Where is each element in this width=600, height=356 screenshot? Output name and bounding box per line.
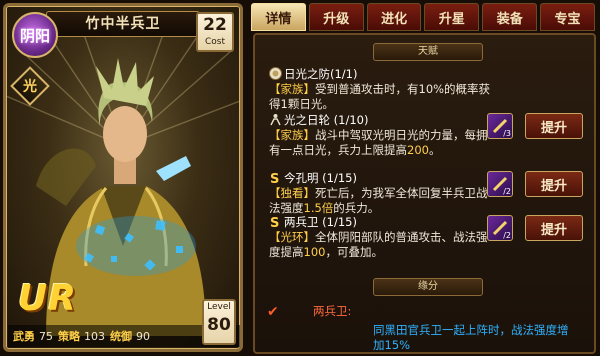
skill-highlight: 100 — [303, 245, 326, 259]
tab-equipment[interactable]: 装备 — [482, 3, 538, 31]
item-count: /2 — [503, 231, 511, 240]
skill-name: 光之日轮 (1/10) — [284, 113, 369, 127]
s-skill-icon: S — [270, 172, 279, 184]
s-skill-icon: S — [270, 216, 279, 228]
svg-text:S: S — [270, 172, 279, 184]
skill-highlight: 1.5倍 — [303, 201, 334, 215]
rarity-label: UR — [18, 278, 77, 319]
cost-value: 22 — [203, 15, 227, 35]
tab-evolve[interactable]: 进化 — [366, 3, 422, 31]
hero-name: 竹中半兵卫 — [46, 11, 200, 37]
bond-entry: ✔ 两兵卫: 同黑田官兵卫一起上阵时，战法强度增加15% — [267, 303, 583, 352]
skill-suffix: 的兵力。 — [333, 201, 380, 215]
stat-label-celve: 策略 — [58, 330, 80, 343]
skill-item: S 今孔明 (1/15) 【独看】死亡后，为我军全体回复半兵卫战法强度1.5倍的… — [269, 171, 493, 216]
item-count: /3 — [503, 129, 511, 138]
tab-details[interactable]: 详情 — [251, 3, 306, 31]
skill-item: 日光之防(1/1) 【家族】受到普通攻击时，有10%的概率获得1颗日光。 — [269, 67, 493, 112]
skill-name: 日光之防(1/1) — [284, 67, 358, 81]
skill-item: 光之日轮 (1/10) 【家族】战斗中驾驭光明日光的力量，每拥有一点日光，兵力上… — [269, 113, 493, 158]
skill-name: 两兵卫 (1/15) — [284, 215, 357, 229]
upgrade-skill-button[interactable]: 提升 — [525, 113, 583, 139]
details-panel[interactable]: 天赋 日光之防(1/1) 【家族】受到普通攻击时，有10%的概率获得1颗日光。 … — [253, 33, 596, 354]
level-value: 80 — [207, 315, 231, 335]
sun-shield-icon — [269, 67, 282, 80]
skill-tag: 【光环】 — [269, 230, 315, 244]
scroll-item-icon[interactable]: /3 — [487, 113, 513, 139]
upgrade-skill-button[interactable]: 提升 — [525, 171, 583, 197]
svg-text:S: S — [270, 216, 279, 228]
faction-badge: 阴阳 — [12, 12, 58, 58]
rider-icon — [270, 114, 281, 126]
stat-value-celve: 103 — [84, 329, 105, 343]
skill-tag: 【家族】 — [269, 128, 315, 142]
scroll-item-icon[interactable]: /2 — [487, 171, 513, 197]
scroll-item-icon[interactable]: /2 — [487, 215, 513, 241]
talent-section-header: 天赋 — [373, 43, 483, 61]
character-card[interactable]: 竹中半兵卫 阴阳 22 Cost 光 UR 武勇 75 策略 103 统御 90… — [3, 3, 243, 352]
bond-title: 两兵卫: — [313, 304, 352, 318]
stat-value-tongyu: 90 — [136, 329, 150, 343]
skill-highlight: 200 — [407, 143, 429, 157]
upgrade-skill-button[interactable]: 提升 — [525, 215, 583, 241]
tab-bar: 详情 升级 进化 升星 装备 专宝 — [251, 3, 598, 33]
skill-suffix: 。 — [428, 143, 441, 157]
skill-tag: 【独看】 — [269, 186, 315, 200]
item-count: /2 — [503, 187, 511, 196]
cost-label: Cost — [204, 37, 225, 47]
skill-tag: 【家族】 — [269, 82, 315, 96]
tab-star-up[interactable]: 升星 — [424, 3, 480, 31]
bond-section-header: 缘分 — [373, 278, 483, 296]
stat-label-tongyu: 统御 — [110, 330, 132, 343]
bond-description: 同黑田官兵卫一起上阵时，战法强度增加15% — [373, 323, 569, 352]
tab-treasure[interactable]: 专宝 — [540, 3, 595, 31]
skill-suffix: ，可叠加。 — [325, 245, 383, 259]
check-icon: ✔ — [267, 304, 279, 320]
tab-upgrade[interactable]: 升级 — [308, 3, 364, 31]
stat-value-wuyong: 75 — [39, 329, 53, 343]
cost-badge: 22 Cost — [196, 12, 234, 52]
skill-item: S 两兵卫 (1/15) 【光环】全体阴阳部队的普通攻击、战法强度提高100，可… — [269, 215, 493, 260]
level-label: Level — [207, 302, 231, 312]
attribute-label: 光 — [23, 79, 37, 95]
level-badge: Level 80 — [202, 299, 236, 345]
stat-label-wuyong: 武勇 — [13, 330, 35, 343]
skill-name: 今孔明 (1/15) — [284, 171, 357, 185]
